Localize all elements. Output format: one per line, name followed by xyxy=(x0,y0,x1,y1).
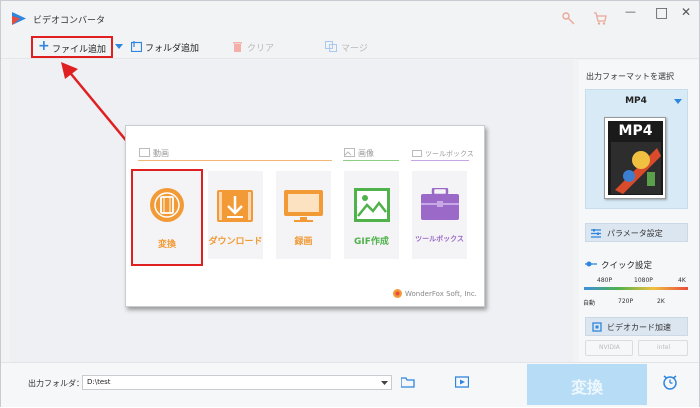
app-title: ビデオコンバータ xyxy=(33,16,106,26)
maximize-button[interactable]: □ xyxy=(655,5,668,21)
toolbox-icon xyxy=(421,188,459,220)
add-file-label: ファイル追加 xyxy=(52,45,107,55)
tile-label-convert: 変換 xyxy=(157,240,176,250)
parameter-settings-label: パラメータ設定 xyxy=(607,229,663,238)
tile-label-record: 録画 xyxy=(294,237,313,247)
intel-option[interactable]: intel xyxy=(638,340,688,356)
toolbox-tile[interactable]: ツールボックス xyxy=(412,171,467,259)
gpu-acceleration-button[interactable]: ビデオカード加速 xyxy=(585,317,688,336)
section-divider-image xyxy=(343,160,399,161)
sliders-icon xyxy=(591,229,601,238)
format-dropdown-icon xyxy=(674,99,682,104)
trash-icon xyxy=(233,42,242,52)
folder-dropdown-icon[interactable] xyxy=(381,381,388,386)
mp4-file-icon: MP4 xyxy=(604,117,666,199)
mp4-badge-text: MP4 xyxy=(618,123,653,139)
cart-icon[interactable] xyxy=(593,12,607,25)
gif-image-icon xyxy=(354,188,390,222)
convert-button-label: 変換 xyxy=(570,378,603,397)
parameter-settings-button[interactable]: パラメータ設定 xyxy=(585,223,688,242)
convert-button[interactable]: 変換 xyxy=(527,364,647,405)
screen-record-icon xyxy=(284,190,323,222)
tile-label-toolbox: ツールボックス xyxy=(415,235,464,243)
company-footer: WonderFox Soft, Inc. xyxy=(405,290,477,298)
section-divider-video xyxy=(138,160,332,161)
output-folder-label: 出力フォルダ： xyxy=(28,379,84,388)
close-button[interactable]: ✕ xyxy=(681,5,691,19)
gif-tile[interactable]: GIF作成 xyxy=(344,171,399,259)
wonderfox-logo-icon xyxy=(393,289,402,298)
video-section-icon xyxy=(139,148,150,157)
intel-label: intel xyxy=(657,344,671,351)
convert-film-icon xyxy=(150,188,184,222)
minimize-button[interactable]: — xyxy=(625,5,636,18)
quality-2k: 2K xyxy=(657,298,665,305)
format-selector[interactable]: MP4 MP4 xyxy=(585,89,688,209)
section-video: 動画 xyxy=(153,149,169,158)
add-file-button[interactable]: + ファイル追加 xyxy=(31,36,113,58)
quick-settings-title: クイック設定 xyxy=(601,261,653,271)
plus-icon: + xyxy=(38,38,50,54)
tile-label-gif: GIF作成 xyxy=(354,237,389,247)
alarm-clock-icon[interactable] xyxy=(662,374,678,390)
quality-720p: 720P xyxy=(618,298,634,305)
clear-button[interactable]: クリア xyxy=(247,41,274,54)
add-folder-button[interactable]: フォルダ追加 xyxy=(145,41,199,54)
output-folder-input[interactable]: D:\test xyxy=(82,375,392,390)
folder-add-icon xyxy=(131,41,142,52)
download-icon xyxy=(217,190,253,222)
section-divider-toolbox xyxy=(411,160,469,161)
app-logo-icon xyxy=(12,12,26,25)
record-tile[interactable]: 録画 xyxy=(276,171,331,259)
quality-slider[interactable] xyxy=(584,287,688,290)
gpu-chip-icon xyxy=(592,322,602,332)
quality-4k: 4K xyxy=(678,277,686,284)
image-section-icon xyxy=(344,148,355,157)
section-toolbox: ツールボックス xyxy=(425,150,474,158)
toolbar: + ファイル追加 フォルダ追加 クリア マージ xyxy=(1,35,699,59)
nvidia-label: NVIDIA xyxy=(599,344,620,351)
merge-icon xyxy=(325,41,337,52)
key-icon[interactable] xyxy=(562,12,575,25)
quality-1080p: 1080P xyxy=(634,277,653,284)
quality-auto: 自動 xyxy=(583,300,596,307)
output-folder-value: D:\test xyxy=(87,378,111,386)
add-file-dropdown-icon[interactable] xyxy=(115,44,123,50)
gpu-acceleration-label: ビデオカード加速 xyxy=(607,323,671,332)
output-format-title: 出力フォーマットを選択 xyxy=(586,72,674,81)
app-window: ビデオコンバータ — □ ✕ + ファイル追加 フォルダ追加 クリア マージ 動… xyxy=(0,0,700,407)
format-name: MP4 xyxy=(625,96,647,106)
title-bar: ビデオコンバータ — □ ✕ xyxy=(1,1,699,35)
nvidia-option[interactable]: NVIDIA xyxy=(585,340,633,356)
open-folder-icon[interactable] xyxy=(401,377,415,388)
merge-button[interactable]: マージ xyxy=(341,41,368,54)
download-tile[interactable]: ダウンロード xyxy=(208,171,263,259)
toolbox-section-icon xyxy=(412,150,422,157)
convert-tile[interactable]: 変換 xyxy=(131,169,203,266)
quick-settings-icon xyxy=(585,261,597,267)
video-output-icon[interactable] xyxy=(455,376,469,388)
tile-label-download: ダウンロード xyxy=(208,237,263,247)
quality-480p: 480P xyxy=(597,277,613,284)
film-thumbnail-icon xyxy=(611,142,661,194)
section-image: 画像 xyxy=(358,149,374,158)
